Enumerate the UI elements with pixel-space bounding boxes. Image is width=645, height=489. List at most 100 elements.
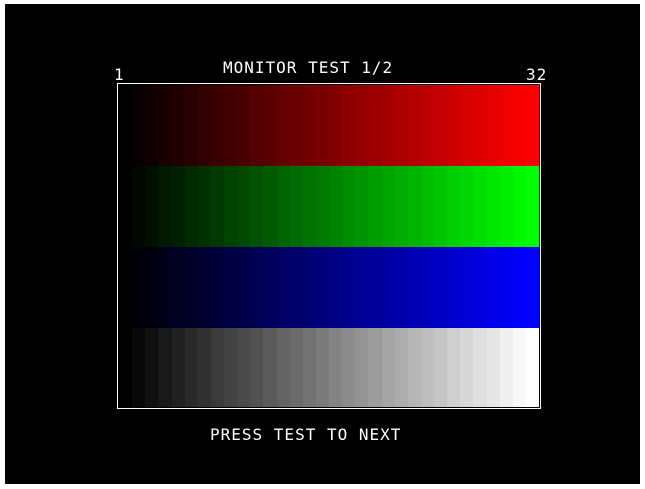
red-step-32 (525, 85, 539, 166)
white-step-10 (237, 328, 251, 407)
red-step-9 (224, 85, 238, 166)
white-step-6 (184, 328, 198, 407)
blue-step-16 (315, 247, 329, 328)
white-step-11 (250, 328, 264, 407)
white-step-16 (315, 328, 329, 407)
red-step-5 (171, 85, 185, 166)
white-step-3 (145, 328, 159, 407)
blue-step-25 (434, 247, 448, 328)
red-step-15 (302, 85, 316, 166)
blue-step-23 (407, 247, 421, 328)
red-step-27 (460, 85, 474, 166)
press-test-prompt: PRESS TEST TO NEXT (210, 425, 402, 444)
white-step-30 (499, 328, 513, 407)
red-step-16 (315, 85, 329, 166)
white-step-25 (434, 328, 448, 407)
white-step-21 (381, 328, 395, 407)
blue-step-5 (171, 247, 185, 328)
white-step-8 (210, 328, 224, 407)
blue-step-11 (250, 247, 264, 328)
green-step-23 (407, 166, 421, 247)
green-step-15 (302, 166, 316, 247)
green-step-24 (420, 166, 434, 247)
green-step-16 (315, 166, 329, 247)
blue-step-17 (329, 247, 343, 328)
green-step-29 (486, 166, 500, 247)
blue-step-32 (525, 247, 539, 328)
blue-step-7 (197, 247, 211, 328)
blue-step-22 (394, 247, 408, 328)
blue-step-21 (381, 247, 395, 328)
red-step-10 (237, 85, 251, 166)
blue-step-6 (184, 247, 198, 328)
white-step-12 (263, 328, 277, 407)
red-step-30 (499, 85, 513, 166)
green-step-26 (447, 166, 461, 247)
white-step-19 (355, 328, 369, 407)
green-step-18 (342, 166, 356, 247)
green-step-31 (512, 166, 526, 247)
green-step-3 (145, 166, 159, 247)
red-step-3 (145, 85, 159, 166)
red-step-17 (329, 85, 343, 166)
green-step-5 (171, 166, 185, 247)
green-step-27 (460, 166, 474, 247)
white-step-5 (171, 328, 185, 407)
blue-step-12 (263, 247, 277, 328)
blue-step-30 (499, 247, 513, 328)
white-step-31 (512, 328, 526, 407)
red-step-22 (394, 85, 408, 166)
green-step-6 (184, 166, 198, 247)
green-step-4 (158, 166, 172, 247)
red-step-26 (447, 85, 461, 166)
blue-step-14 (289, 247, 303, 328)
monitor-test-screen: MONITOR TEST 1/2 1 32 PRESS TEST TO NEXT (5, 4, 640, 484)
red-step-7 (197, 85, 211, 166)
green-step-11 (250, 166, 264, 247)
white-step-4 (158, 328, 172, 407)
white-step-29 (486, 328, 500, 407)
white-gradient-bar (119, 328, 539, 407)
red-step-12 (263, 85, 277, 166)
red-step-18 (342, 85, 356, 166)
red-step-20 (368, 85, 382, 166)
white-step-22 (394, 328, 408, 407)
blue-step-10 (237, 247, 251, 328)
white-step-26 (447, 328, 461, 407)
blue-step-28 (473, 247, 487, 328)
red-step-1 (119, 85, 133, 166)
screen-title: MONITOR TEST 1/2 (223, 58, 394, 77)
green-gradient-bar (119, 166, 539, 247)
scale-end-label: 32 (526, 65, 548, 84)
blue-step-24 (420, 247, 434, 328)
green-step-20 (368, 166, 382, 247)
blue-step-1 (119, 247, 133, 328)
red-step-14 (289, 85, 303, 166)
red-step-2 (132, 85, 146, 166)
red-step-25 (434, 85, 448, 166)
green-step-25 (434, 166, 448, 247)
green-step-19 (355, 166, 369, 247)
green-step-9 (224, 166, 238, 247)
white-step-14 (289, 328, 303, 407)
white-step-20 (368, 328, 382, 407)
red-step-21 (381, 85, 395, 166)
white-step-15 (302, 328, 316, 407)
blue-step-31 (512, 247, 526, 328)
green-step-1 (119, 166, 133, 247)
blue-step-3 (145, 247, 159, 328)
blue-step-27 (460, 247, 474, 328)
red-step-29 (486, 85, 500, 166)
white-step-18 (342, 328, 356, 407)
white-step-24 (420, 328, 434, 407)
red-step-28 (473, 85, 487, 166)
white-step-17 (329, 328, 343, 407)
green-step-30 (499, 166, 513, 247)
blue-step-19 (355, 247, 369, 328)
green-step-17 (329, 166, 343, 247)
scale-start-label: 1 (114, 65, 125, 84)
red-step-24 (420, 85, 434, 166)
red-step-23 (407, 85, 421, 166)
green-step-28 (473, 166, 487, 247)
blue-step-26 (447, 247, 461, 328)
